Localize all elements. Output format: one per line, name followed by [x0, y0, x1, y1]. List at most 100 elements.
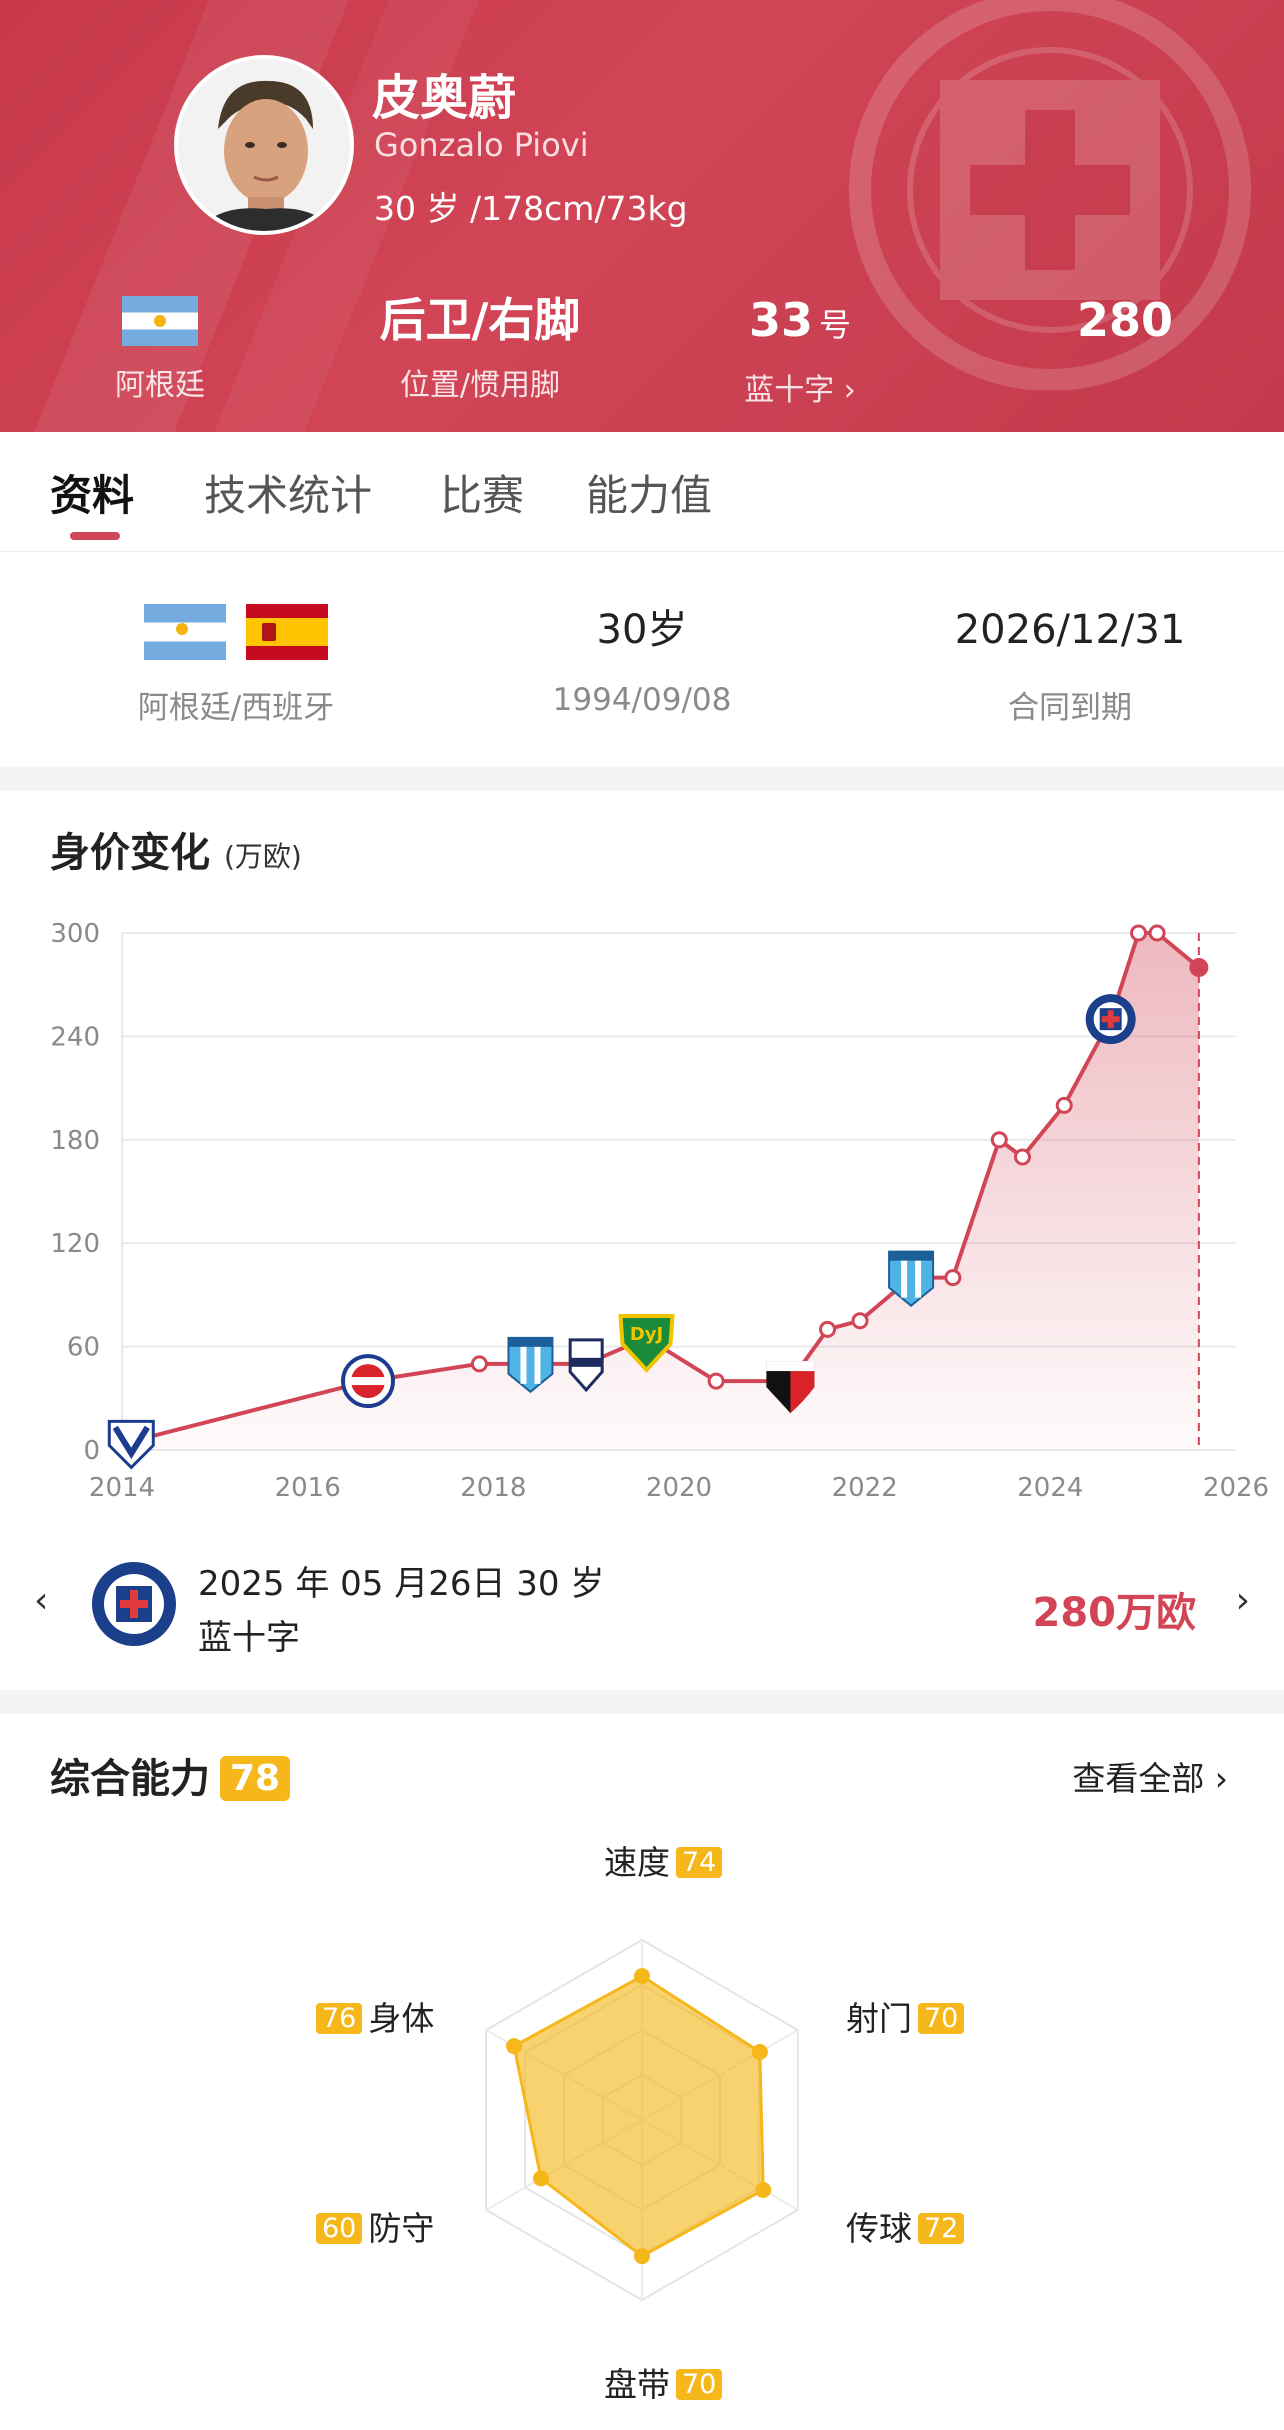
- tab-indicator: [70, 532, 120, 540]
- ability-title-text: 综合能力: [50, 1756, 210, 1802]
- data-point: [1055, 1096, 1073, 1114]
- contract-end-value: 2026/12/31: [954, 607, 1186, 653]
- attr-name: 盘带: [604, 2365, 670, 2404]
- see-all-link[interactable]: 查看全部 ›: [1072, 1752, 1228, 1800]
- attr-name: 防守: [368, 2209, 435, 2248]
- value-section-title: 身价变化 (万欧): [50, 820, 302, 878]
- radar-value-area: [512, 1974, 765, 2258]
- data-point: [1189, 957, 1209, 977]
- x-tick-label: 2016: [275, 1473, 341, 1503]
- y-tick-label: 300: [50, 919, 100, 949]
- club-number-stat[interactable]: 33 号 蓝十字 ›: [700, 290, 900, 409]
- position-value: 后卫/右脚: [379, 293, 581, 347]
- radar-point: [634, 2248, 650, 2265]
- nationalities-label: 阿根廷/西班牙: [137, 690, 335, 726]
- x-tick-label: 2020: [646, 1473, 712, 1503]
- ability-section-title: 综合能力 78: [50, 1746, 291, 1804]
- data-point: [707, 1372, 725, 1390]
- nationality-label: 阿根廷: [115, 368, 205, 403]
- value-area: [131, 933, 1199, 1450]
- y-tick-label: 240: [50, 1022, 100, 1052]
- contract-end-label: 合同到期: [1008, 690, 1132, 726]
- section-divider: [0, 767, 1284, 791]
- attr-name: 传球: [846, 2209, 912, 2248]
- shirt-number-unit: 号: [819, 306, 852, 344]
- radar-point: [506, 2038, 523, 2055]
- data-point: [944, 1269, 962, 1287]
- attr-name: 速度: [604, 1843, 670, 1882]
- attr-label-passing: 传球 72: [846, 2202, 970, 2250]
- attr-value: 74: [676, 1847, 723, 1878]
- attr-label-speed: 速度 74: [604, 1836, 728, 1884]
- snapshot-date: 2025 年 05 月26日 30 岁: [198, 1564, 605, 1604]
- x-tick-label: 2022: [832, 1473, 898, 1503]
- radar-point: [751, 2043, 768, 2060]
- section-divider: [0, 1690, 1284, 1714]
- age-value: 30岁: [596, 607, 688, 653]
- x-tick-label: 2026: [1203, 1473, 1269, 1503]
- data-point: [819, 1320, 837, 1338]
- age-info: 30岁 1994/09/08: [428, 600, 856, 718]
- attr-value: 76: [316, 2003, 363, 2034]
- cruz-azul-crest-icon: [92, 1562, 176, 1646]
- attr-label-defending: 60 防守: [310, 2202, 434, 2250]
- attr-value: 72: [918, 2213, 965, 2244]
- argentina-flag-icon: [122, 296, 198, 346]
- snapshot-value: 280万欧: [1032, 1590, 1197, 1636]
- attr-value: 60: [316, 2213, 363, 2244]
- birthdate-label: 1994/09/08: [552, 682, 732, 718]
- velez-crest-icon: [107, 1419, 155, 1470]
- next-arrow-icon[interactable]: ›: [1236, 1580, 1250, 1621]
- prev-arrow-icon[interactable]: ‹: [34, 1580, 48, 1621]
- tab-bar: 资料 技术统计 比赛 能力值: [0, 432, 1284, 552]
- tab-profile[interactable]: 资料: [50, 462, 134, 523]
- value-snapshot: ‹ 2025 年 05 月26日 30 岁 蓝十字 280万欧 ›: [0, 1540, 1284, 1670]
- market-value: 280: [1076, 293, 1174, 347]
- attr-label-physical: 76 身体: [310, 1992, 434, 2040]
- nationality-stat: 阿根廷: [90, 290, 230, 404]
- data-point: [851, 1312, 869, 1330]
- x-tick-label: 2014: [89, 1473, 155, 1503]
- snapshot-club: 蓝十字: [198, 1618, 300, 1658]
- cruz-azul-crest-icon: [1085, 994, 1136, 1045]
- market-value-chart: 0 60 120 180 240 300 2014 2016 2018 2020 2022 2024 2…: [50, 919, 1269, 1503]
- player-name-english: Gonzalo Piovi: [374, 126, 589, 164]
- attr-value: 70: [918, 2003, 965, 2034]
- argentina-flag-icon: [144, 604, 226, 660]
- club-link[interactable]: 蓝十字 ›: [700, 365, 900, 409]
- player-avatar: [174, 55, 354, 235]
- player-name: 皮奥蔚: [372, 70, 517, 126]
- x-tick-label: 2018: [460, 1473, 526, 1503]
- attr-value: 70: [676, 2369, 723, 2400]
- market-value-stat: 280: [1030, 290, 1220, 395]
- data-point: [990, 1131, 1008, 1149]
- player-info-row: 阿根廷/西班牙 30岁 1994/09/08 2026/12/31 合同到期: [0, 552, 1284, 767]
- y-tick-label: 120: [50, 1229, 100, 1259]
- svg-text:DyJ: DyJ: [630, 1324, 663, 1345]
- x-tick-label: 2024: [1017, 1473, 1083, 1503]
- data-point: [1148, 924, 1166, 942]
- tab-matches[interactable]: 比赛: [440, 462, 524, 523]
- player-header: 皮奥蔚 Gonzalo Piovi 30 岁 /178cm/73kg 阿根廷 后…: [0, 0, 1284, 432]
- position-stat: 后卫/右脚 位置/惯用脚: [355, 290, 605, 404]
- radar-point: [755, 2181, 772, 2198]
- contract-info: 2026/12/31 合同到期: [856, 600, 1284, 727]
- value-unit: (万欧): [223, 840, 302, 873]
- argentinos-crest-icon: [341, 1354, 396, 1409]
- value-title-text: 身价变化: [50, 830, 210, 876]
- tab-ability[interactable]: 能力值: [586, 462, 712, 523]
- radar-point: [532, 2170, 549, 2187]
- ability-radar-chart: [485, 1938, 799, 2302]
- attr-name: 射门: [846, 1999, 912, 2038]
- spain-flag-icon: [246, 604, 328, 660]
- data-point: [1130, 924, 1148, 942]
- position-label: 位置/惯用脚: [399, 368, 561, 403]
- y-tick-label: 60: [67, 1333, 100, 1363]
- player-bio: 30 岁 /178cm/73kg: [374, 189, 688, 228]
- overall-rating-badge: 78: [220, 1756, 291, 1801]
- y-tick-label: 0: [83, 1436, 100, 1466]
- tab-stats[interactable]: 技术统计: [204, 462, 372, 523]
- attr-label-shooting: 射门 70: [846, 1992, 970, 2040]
- data-point: [1013, 1148, 1031, 1166]
- shirt-number: 33: [748, 293, 813, 347]
